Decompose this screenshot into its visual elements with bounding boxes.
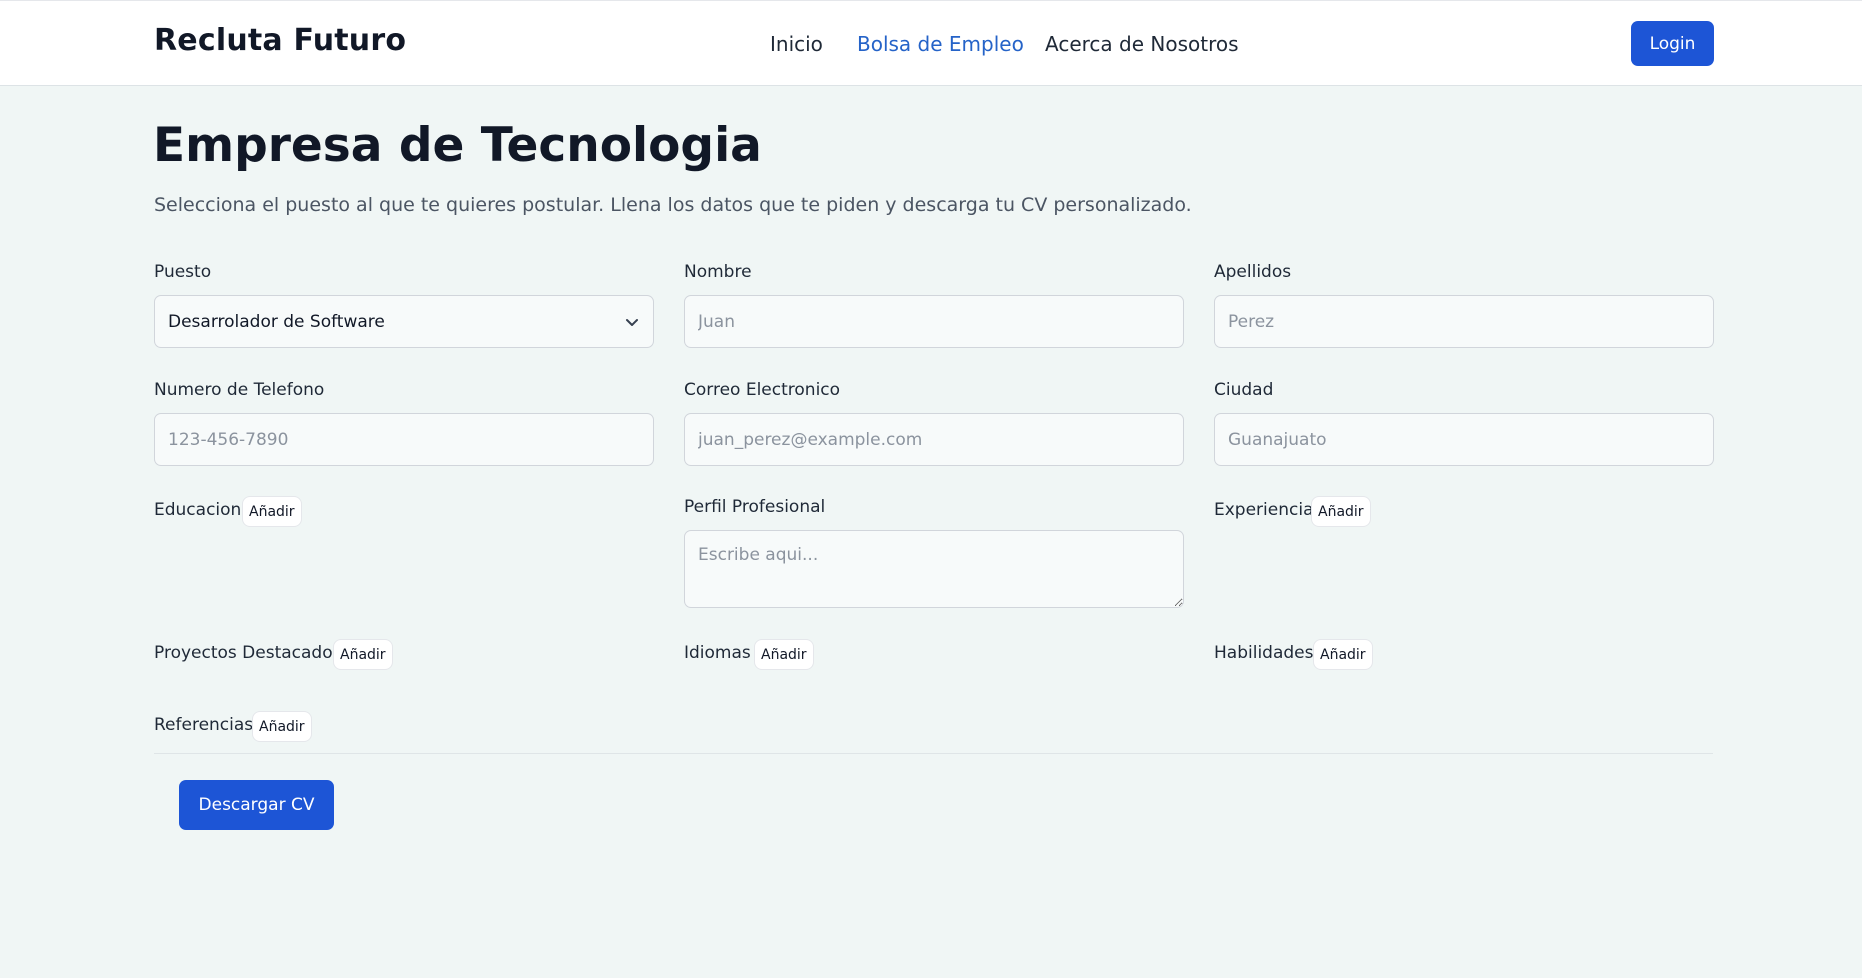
add-experiencia-button[interactable]: Añadir (1311, 496, 1371, 527)
apellidos-input[interactable] (1214, 295, 1714, 348)
proyectos-label: Proyectos Destacados (154, 643, 342, 663)
puesto-label: Puesto (154, 262, 212, 282)
nav-link-bolsa-de-empleo[interactable]: Bolsa de Empleo (857, 32, 1024, 56)
ciudad-input[interactable] (1214, 413, 1714, 466)
referencias-label: Referencias (154, 715, 254, 735)
nombre-input[interactable] (684, 295, 1184, 348)
correo-label: Correo Electronico (684, 380, 841, 400)
puesto-selected-value: Desarrolador de Software (168, 311, 385, 332)
puesto-select[interactable]: Desarrolador de Software (154, 295, 654, 348)
chevron-down-icon (626, 318, 638, 326)
add-idiomas-button[interactable]: Añadir (754, 639, 814, 670)
experiencia-label: Experiencia (1214, 500, 1314, 520)
telefono-input[interactable] (154, 413, 654, 466)
habilidades-label: Habilidades (1214, 643, 1314, 663)
perfil-textarea[interactable] (684, 530, 1184, 608)
main-nav: Inicio Bolsa de Empleo Acerca de Nosotro… (0, 32, 1862, 62)
nombre-label: Nombre (684, 262, 752, 282)
page-title: Empresa de Tecnologia (153, 118, 762, 173)
correo-input[interactable] (684, 413, 1184, 466)
ciudad-label: Ciudad (1214, 380, 1274, 400)
idiomas-label: Idiomas (684, 643, 751, 663)
educacion-label: Educacion (154, 500, 242, 520)
nav-link-inicio[interactable]: Inicio (770, 32, 823, 56)
perfil-label: Perfil Profesional (684, 497, 826, 517)
add-educacion-button[interactable]: Añadir (242, 496, 302, 527)
page-subtitle: Selecciona el puesto al que te quieres p… (154, 194, 1192, 216)
login-button[interactable]: Login (1631, 21, 1714, 66)
top-navbar: Recluta Futuro Inicio Bolsa de Empleo Ac… (0, 0, 1862, 86)
add-habilidades-button[interactable]: Añadir (1313, 639, 1373, 670)
add-proyectos-button[interactable]: Añadir (333, 639, 393, 670)
add-referencias-button[interactable]: Añadir (252, 711, 312, 742)
nav-link-acerca-de-nosotros[interactable]: Acerca de Nosotros (1045, 32, 1239, 56)
apellidos-label: Apellidos (1214, 262, 1292, 282)
download-cv-button[interactable]: Descargar CV (179, 780, 334, 830)
telefono-label: Numero de Telefono (154, 380, 325, 400)
form-divider (154, 753, 1713, 754)
